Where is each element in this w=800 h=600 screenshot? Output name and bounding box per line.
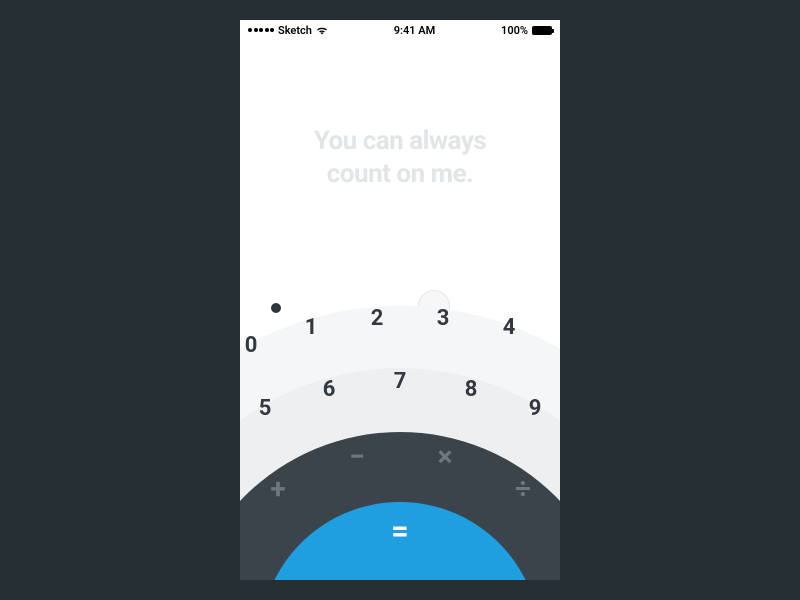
tagline: You can always count on me. [240,125,560,190]
dial-keypad: 0 1 2 3 4 5 6 7 8 9 + − × ÷ = [240,280,560,580]
signal-dots-icon [248,28,274,32]
battery-icon [532,26,552,35]
decimal-indicator [271,303,281,313]
status-time: 9:41 AM [394,24,436,37]
battery-percent: 100% [501,24,528,37]
wifi-icon [316,25,328,35]
phone-frame: Sketch 9:41 AM 100% You can always count… [240,20,560,580]
tagline-line1: You can always [240,125,560,158]
tagline-line2: count on me. [240,158,560,191]
carrier-label: Sketch [278,24,312,37]
status-bar: Sketch 9:41 AM 100% [240,20,560,40]
